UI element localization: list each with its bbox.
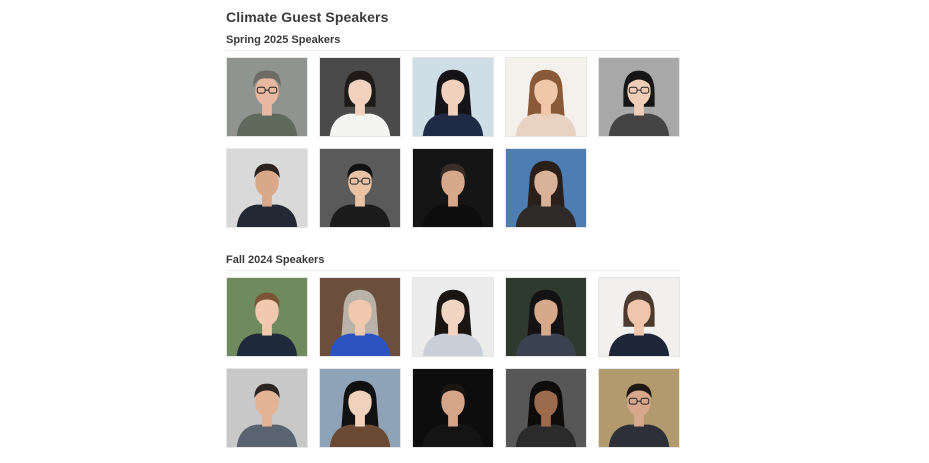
- section-divider: [226, 50, 680, 51]
- speaker-photo: [505, 368, 587, 448]
- speaker-photo: [505, 148, 587, 228]
- section-heading-fall-2024: Fall 2024 Speakers: [226, 254, 325, 266]
- speaker-photo: [412, 277, 494, 357]
- speaker-photo: [319, 57, 401, 137]
- speaker-grid-fall-2024: [226, 277, 682, 448]
- speaker-photo: [226, 148, 308, 228]
- speaker-photo: [226, 368, 308, 448]
- speaker-photo: [505, 57, 587, 137]
- speaker-photo: [412, 368, 494, 448]
- section-divider: [226, 270, 680, 271]
- section-heading-spring-2025: Spring 2025 Speakers: [226, 34, 341, 46]
- speakers-page: Climate Guest Speakers Spring 2025 Speak…: [0, 0, 929, 463]
- speaker-photo: [226, 277, 308, 357]
- speaker-photo: [412, 148, 494, 228]
- speaker-photo: [505, 277, 587, 357]
- speaker-photo: [598, 368, 680, 448]
- speaker-photo: [319, 368, 401, 448]
- speaker-photo: [226, 57, 308, 137]
- page-title: Climate Guest Speakers: [226, 9, 389, 25]
- speaker-photo: [598, 57, 680, 137]
- speaker-photo: [412, 57, 494, 137]
- speaker-photo: [319, 148, 401, 228]
- speaker-photo: [598, 277, 680, 357]
- speaker-grid-spring-2025: [226, 57, 682, 228]
- speaker-photo: [319, 277, 401, 357]
